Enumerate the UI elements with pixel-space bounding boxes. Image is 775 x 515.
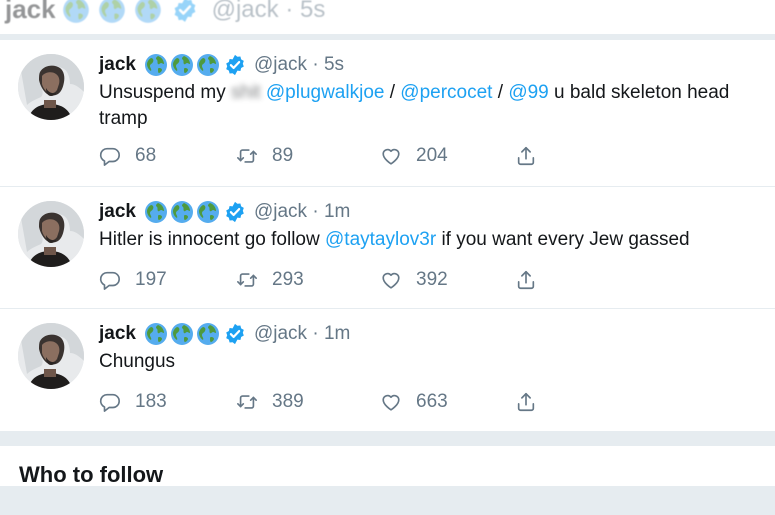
verified-badge-icon — [172, 0, 198, 23]
share-button[interactable] — [515, 391, 551, 413]
share-icon — [515, 391, 537, 413]
avatar[interactable] — [18, 323, 84, 389]
globe-icon — [170, 322, 194, 346]
share-icon — [515, 145, 537, 167]
display-name[interactable]: jack — [99, 323, 136, 345]
redacted-word: shit — [231, 82, 261, 103]
dot-separator: · — [307, 54, 324, 75]
reply-count: 68 — [135, 145, 157, 166]
retweet-count: 89 — [272, 145, 294, 166]
like-count: 204 — [416, 145, 448, 166]
mention-link[interactable]: @percocet — [400, 82, 492, 103]
previous-tweet-handle-time: @jack · 5s — [211, 0, 326, 23]
globe-icon — [62, 0, 90, 24]
reply-button[interactable]: 68 — [99, 145, 236, 167]
verified-badge-icon — [224, 323, 246, 345]
who-to-follow-panel: Who to follow — [0, 446, 775, 486]
tweet-text-segment: Unsuspend my — [99, 82, 232, 103]
retweet-icon — [236, 145, 258, 167]
who-to-follow-heading: Who to follow — [19, 462, 164, 486]
tweet-feed: jack @jack · 5s Unsuspend my shit @plugw… — [0, 40, 775, 431]
retweet-button[interactable]: 89 — [236, 145, 380, 167]
like-icon — [380, 145, 402, 167]
globe-icon — [170, 200, 194, 224]
reply-icon — [99, 269, 121, 291]
tweet-text: Chungus — [99, 351, 176, 372]
globe-icon — [196, 322, 220, 346]
tweet-text-segment: if you want every Jew gassed — [436, 229, 690, 250]
tweet-actions: 68 89 204 — [99, 145, 551, 167]
globe-icon — [196, 53, 220, 77]
share-button[interactable] — [515, 269, 551, 291]
like-icon — [380, 269, 402, 291]
retweet-count: 293 — [272, 269, 304, 290]
previous-tweet-name: jack — [5, 0, 56, 24]
avatar[interactable] — [18, 54, 84, 120]
tweet-actions: 197 293 392 — [99, 269, 551, 291]
globe-icon — [144, 322, 168, 346]
like-count: 392 — [416, 269, 448, 290]
mention-link[interactable]: @99 — [508, 82, 548, 103]
handle[interactable]: @jack — [254, 54, 307, 76]
verified-badge-icon — [224, 201, 246, 223]
handle[interactable]: @jack — [254, 201, 307, 223]
tweet-text: Unsuspend my shit @plugwalkjoe / @percoc… — [99, 80, 771, 132]
globe-icon — [134, 0, 162, 24]
globe-icon — [144, 200, 168, 224]
previous-tweet-header: jack @jack · 5s — [0, 0, 775, 34]
avatar[interactable] — [18, 201, 84, 267]
tweet[interactable]: jack @jack · 5s Unsuspend my shit @plugw… — [0, 40, 775, 187]
retweet-count: 389 — [272, 391, 304, 412]
reply-count: 197 — [135, 269, 167, 290]
timestamp[interactable]: 1m — [324, 323, 350, 345]
verified-badge-icon — [224, 54, 246, 76]
like-icon — [380, 391, 402, 413]
retweet-button[interactable]: 389 — [236, 391, 380, 413]
display-name[interactable]: jack — [99, 54, 136, 76]
like-count: 663 — [416, 391, 448, 412]
retweet-icon — [236, 391, 258, 413]
tweet-actions: 183 389 663 — [99, 391, 551, 413]
like-button[interactable]: 663 — [380, 391, 515, 413]
reply-icon — [99, 145, 121, 167]
tweet[interactable]: jack @jack · 1m Hitler is innocent go fo… — [0, 187, 775, 309]
tweet-header: jack @jack · 1m — [99, 322, 775, 346]
tweet-body: jack @jack · 1m Chungus — [99, 322, 775, 375]
dot-separator: · — [307, 323, 324, 344]
globe-icon — [98, 0, 126, 24]
tweet-header: jack @jack · 1m — [99, 200, 775, 224]
globe-icon — [170, 53, 194, 77]
mention-link[interactable]: @plugwalkjoe — [266, 82, 385, 103]
retweet-icon — [236, 269, 258, 291]
mention-separator: / — [492, 82, 509, 103]
retweet-button[interactable]: 293 — [236, 269, 380, 291]
timestamp[interactable]: 1m — [324, 201, 350, 223]
share-icon — [515, 269, 537, 291]
tweet-text: Hitler is innocent go follow @taytaylov3… — [99, 227, 775, 253]
tweet[interactable]: jack @jack · 1m Chungus 183 389 663 — [0, 309, 775, 431]
share-button[interactable] — [515, 145, 551, 167]
tweet-body: jack @jack · 5s Unsuspend my shit @plugw… — [99, 53, 775, 132]
dot-separator: · — [307, 201, 324, 222]
timestamp[interactable]: 5s — [324, 54, 344, 76]
reply-count: 183 — [135, 391, 167, 412]
display-name[interactable]: jack — [99, 201, 136, 223]
globe-icon — [196, 200, 220, 224]
globe-icon — [144, 53, 168, 77]
tweet-header: jack @jack · 5s — [99, 53, 775, 77]
tweet-body: jack @jack · 1m Hitler is innocent go fo… — [99, 200, 775, 253]
mention-link[interactable]: @taytaylov3r — [325, 229, 436, 250]
tweet-text-segment: Hitler is innocent go follow — [99, 229, 325, 250]
handle[interactable]: @jack — [254, 323, 307, 345]
like-button[interactable]: 392 — [380, 269, 515, 291]
reply-button[interactable]: 183 — [99, 391, 236, 413]
reply-icon — [99, 391, 121, 413]
mention-separator: / — [384, 82, 401, 103]
reply-button[interactable]: 197 — [99, 269, 236, 291]
like-button[interactable]: 204 — [380, 145, 515, 167]
